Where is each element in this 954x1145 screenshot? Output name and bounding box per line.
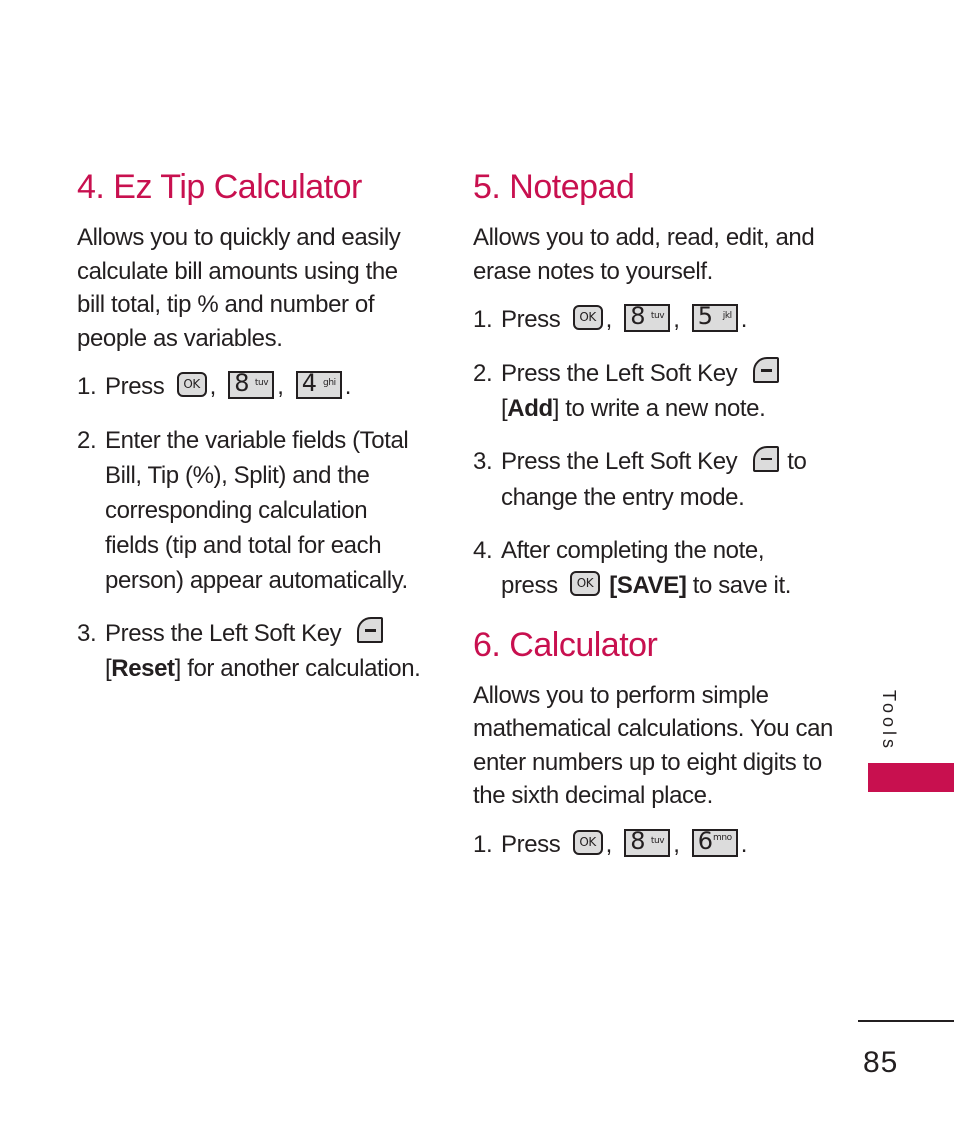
left-soft-key-icon xyxy=(357,617,384,644)
section-title: 4. Ez Tip Calculator xyxy=(77,168,362,206)
step-number: 4. xyxy=(473,536,493,564)
key-8-icon: 8 tuv xyxy=(228,368,275,399)
steps-list: 1. Press OK, 8 tuv, 6 mno. xyxy=(473,827,833,863)
comma: , xyxy=(209,373,217,400)
softkey-label-reset: Reset xyxy=(111,655,175,683)
ok-key-icon: OK xyxy=(572,830,603,856)
step-4: 4. After completing the note, press OK [… xyxy=(473,533,833,603)
key-8-icon: 8 tuv xyxy=(624,826,671,857)
step-number: 3. xyxy=(77,619,97,647)
softkey-label-save: [SAVE] xyxy=(609,571,687,599)
ok-key-icon: OK xyxy=(176,372,207,398)
key-digit: 5 xyxy=(697,301,713,330)
key-4-icon: 4 ghi xyxy=(295,368,342,399)
step-number: 1. xyxy=(473,306,493,333)
step-text-after: for another calculation. xyxy=(180,655,421,683)
step-number: 1. xyxy=(77,373,97,400)
section-description: Allows you to add, read, edit, and erase… xyxy=(473,224,815,285)
step-text-after: to save it. xyxy=(686,571,792,599)
page-number: 85 xyxy=(863,1046,899,1079)
step-text-after: change the entry mode. xyxy=(501,483,745,511)
key-digit: 6 xyxy=(697,826,713,855)
step-1: 1. Press OK, 8 tuv, 4 ghi. xyxy=(77,369,427,405)
key-5-icon: 5 jkl xyxy=(691,301,738,332)
left-soft-key-icon xyxy=(753,357,780,384)
step-2: 2. Enter the variable fields (Total Bill… xyxy=(77,423,427,598)
step-number: 2. xyxy=(473,359,493,387)
step-2: 2. Press the Left Soft Key [Add] to writ… xyxy=(473,356,833,427)
notepad-section: 5. Notepad Allows you to add, read, edit… xyxy=(473,165,833,603)
steps-list: 1. Press OK, 8 tuv, 5 jkl. 2. Press the Le… xyxy=(473,302,833,603)
step-text: Press xyxy=(105,373,165,400)
section-title: 5. Notepad xyxy=(473,168,635,206)
comma: , xyxy=(277,373,284,400)
step-text: Press xyxy=(501,306,561,333)
comma: , xyxy=(605,830,613,858)
period: . xyxy=(344,373,352,400)
step-number: 1. xyxy=(473,830,493,858)
comma: , xyxy=(605,306,613,333)
key-digit: 8 xyxy=(234,368,250,397)
step-1: 1. Press OK, 8 tuv, 6 mno. xyxy=(473,827,833,863)
ok-key-icon: OK xyxy=(569,571,600,597)
step-3: 3. Press the Left Soft Key to change the … xyxy=(473,444,833,515)
period: . xyxy=(740,306,748,333)
section-description: Allows you to quickly and easily calcula… xyxy=(77,224,401,352)
step-text-after: to write a new note. xyxy=(559,395,766,423)
step-text: Press the Left Soft Key xyxy=(501,359,738,387)
footer-divider xyxy=(858,1020,954,1022)
key-8-icon: 8 tuv xyxy=(624,301,671,332)
section-title: 6. Calculator xyxy=(473,625,658,664)
step-text-mid: to xyxy=(787,448,807,476)
key-letters: tuv xyxy=(650,835,665,846)
step-number: 2. xyxy=(77,426,97,454)
key-digit: 4 xyxy=(301,368,317,397)
section-side-label: Tools xyxy=(879,690,899,753)
section-tab-marker xyxy=(868,763,954,792)
softkey-label-add: Add xyxy=(507,395,553,423)
left-soft-key-icon xyxy=(753,445,780,472)
step-text: After completing the note, xyxy=(501,536,765,564)
section-description: Allows you to perform simple mathematica… xyxy=(473,681,833,810)
key-6-icon: 6 mno xyxy=(691,826,738,857)
comma: , xyxy=(673,830,680,858)
step-text: Press the Left Soft Key xyxy=(501,448,738,476)
key-letters: mno xyxy=(712,832,732,843)
ez-tip-calculator-section: 4. Ez Tip Calculator Allows you to quick… xyxy=(77,165,427,686)
step-3: 3. Press the Left Soft Key [Reset] for a… xyxy=(77,616,427,687)
period: . xyxy=(740,830,748,858)
steps-list: 1. Press OK, 8 tuv, 4 ghi. 2. Enter the va… xyxy=(77,369,427,686)
key-letters: tuv xyxy=(254,377,269,388)
key-digit: 8 xyxy=(630,301,646,330)
comma: , xyxy=(673,306,680,333)
step-text: Press the Left Soft Key xyxy=(105,619,342,647)
calculator-section: 6. Calculator Allows you to perform simp… xyxy=(473,623,833,863)
step-number: 3. xyxy=(473,448,493,476)
step-text-press: press xyxy=(501,571,558,599)
key-digit: 8 xyxy=(630,826,646,855)
step-text: Enter the variable fields (Total Bill, T… xyxy=(105,426,409,594)
step-text: Press xyxy=(501,830,561,858)
key-letters: tuv xyxy=(650,310,665,321)
right-column: 5. Notepad Allows you to add, read, edit… xyxy=(473,165,833,863)
step-1: 1. Press OK, 8 tuv, 5 jkl. xyxy=(473,302,833,338)
ok-key-icon: OK xyxy=(572,305,603,331)
key-letters: ghi xyxy=(323,377,336,388)
key-letters: jkl xyxy=(722,310,732,321)
